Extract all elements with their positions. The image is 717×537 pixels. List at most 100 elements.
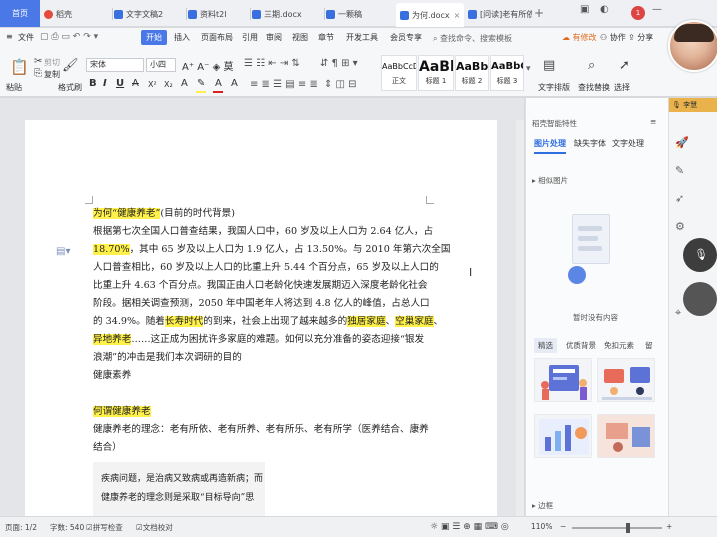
document-line[interactable]: 阶段。据相关调查预测，2050 年中国老年人将达到 4.8 亿人的峰值，占总人口	[93, 297, 430, 311]
bold-button[interactable]: B	[89, 78, 97, 89]
location-icon[interactable]: ⌖	[675, 306, 681, 320]
select-button[interactable]: 选择	[614, 82, 630, 93]
view-mode-icons[interactable]: ☼ ▣ ☰ ⊕ ▦ ⌨ ◎	[430, 522, 509, 532]
cut-button[interactable]: 剪切	[44, 57, 60, 68]
collaborate-button[interactable]: ⚇ 协作	[600, 32, 626, 43]
notification-badge[interactable]: 1	[631, 6, 645, 20]
tab-text-processing[interactable]: 文字处理	[612, 138, 644, 149]
window-list-icon[interactable]: ▣	[580, 4, 589, 15]
document-line[interactable]: 为何“健康养老”(目前的时代背景)	[93, 207, 235, 221]
quick-access-icons[interactable]: ▢ ⎙ ▭ ↶ ↷ ▾	[40, 32, 98, 42]
tab-doc-3[interactable]: 资料t2l	[188, 3, 248, 25]
tab-doc-active[interactable]: 为何.docx ×	[396, 3, 464, 27]
style-heading-1[interactable]: AaBb 标题 1	[418, 55, 454, 91]
image-thumbnail[interactable]	[534, 358, 592, 402]
tab-home[interactable]: 首页	[0, 0, 40, 27]
word-count[interactable]: 字数: 540	[50, 522, 84, 533]
camera-button[interactable]	[683, 282, 717, 316]
subtab-more[interactable]: 留	[645, 340, 653, 351]
sort-icons[interactable]: ⇵ ¶ ⊞ ▾	[320, 58, 358, 69]
pointer-icon[interactable]: ➶	[675, 192, 684, 205]
styles-expand-icon[interactable]: ▾	[526, 64, 531, 74]
panel-menu-icon[interactable]: ≡	[650, 117, 656, 126]
menu-member[interactable]: 会员专享	[390, 32, 422, 43]
page-count[interactable]: 页面: 1/2	[5, 522, 37, 533]
settings-slider-icon[interactable]: ⚙	[675, 220, 685, 233]
tab-daoke[interactable]: 稻壳	[44, 3, 86, 25]
menu-devtools[interactable]: 开发工具	[346, 32, 378, 43]
image-thumbnail[interactable]	[597, 358, 655, 402]
paragraph-menu-icon[interactable]: ▤▾	[56, 246, 70, 257]
document-line[interactable]: 浪潮”的冲击是我们本次调研的目的	[93, 351, 242, 365]
zoom-out-icon[interactable]: −	[560, 522, 566, 531]
document-line[interactable]: 健康素养	[93, 369, 131, 383]
section-similar-images[interactable]: ▸ 相似图片	[532, 175, 568, 186]
image-thumbnail[interactable]	[534, 414, 592, 458]
tab-image-processing[interactable]: 图片处理	[534, 138, 566, 154]
document-line[interactable]: 的 34.9%。随着长寿时代的到来，社会上出现了越来越多的独居家庭、空巢家庭、	[93, 315, 443, 329]
tab-doc-4[interactable]: 三期.docx	[252, 3, 322, 25]
copy-button[interactable]: 复制	[44, 69, 60, 80]
tab-missing-fonts[interactable]: 缺失字体	[574, 138, 606, 149]
font-size-select[interactable]: 小四	[146, 58, 176, 72]
text-layout-icon[interactable]: ▤	[543, 58, 555, 73]
format-painter-icon[interactable]: 🖌	[62, 58, 79, 73]
document-line[interactable]: 比重上升 4.63 个百分点。我国正由人口老龄化快速发展期迈入深度老龄化社会	[93, 279, 427, 293]
subtab-cutout-elements[interactable]: 免扣元素	[604, 340, 634, 351]
text-layout-button[interactable]: 文字排版	[538, 82, 570, 93]
menu-start[interactable]: 开始	[141, 30, 167, 45]
cut-icon[interactable]: ✂	[34, 56, 42, 67]
italic-button[interactable]: I	[103, 78, 107, 89]
document-line[interactable]: 何谓健康养老	[93, 405, 151, 419]
format-painter-button[interactable]: 格式刷	[58, 82, 82, 93]
underline-button[interactable]: U	[116, 78, 124, 89]
tab-doc-5[interactable]: 一颗稿	[326, 3, 394, 25]
zoom-in-icon[interactable]: +	[666, 522, 672, 531]
subscript-button[interactable]: X₂	[164, 80, 173, 89]
text-effect-icon[interactable]: A	[181, 78, 188, 89]
find-replace-button[interactable]: 查找替换	[578, 82, 610, 93]
spell-check[interactable]: ☑拼写检查	[86, 522, 123, 533]
list-icons[interactable]: ☰ ☷ ⇤ ⇥ ⇅	[244, 58, 300, 69]
image-thumbnail[interactable]	[597, 414, 655, 458]
hamburger-icon[interactable]: ≡	[6, 32, 13, 41]
menu-file[interactable]: 文件	[18, 32, 34, 43]
skin-icon[interactable]: ◐	[600, 4, 609, 15]
document-line[interactable]: 根据第七次全国人口普查结果，我国人口中，60 岁及以上人口为 2.64 亿人，占	[93, 225, 433, 239]
document-line[interactable]: 异地养老……这正成为困扰许多家庭的难题。如何以充分准备的姿态迎接“银发	[93, 333, 424, 347]
document-line[interactable]: 健康养老的理念：老有所依、老有所养、老有所乐、老有所学（医养结合、康养	[93, 423, 429, 437]
tab-doc-2[interactable]: 文字文稿2	[114, 3, 184, 25]
minimize-icon[interactable]: —	[652, 4, 662, 15]
tab-doc-7[interactable]: [问读]老有所依	[468, 3, 532, 25]
paste-button[interactable]: 粘贴	[6, 82, 22, 93]
menu-reference[interactable]: 引用	[242, 32, 258, 43]
menu-chapter[interactable]: 章节	[318, 32, 334, 43]
style-normal[interactable]: AaBbCcDd 正文	[381, 55, 417, 91]
select-icon[interactable]: ➚	[619, 58, 630, 73]
superscript-button[interactable]: X²	[148, 80, 157, 89]
menu-review[interactable]: 审阅	[266, 32, 282, 43]
launch-icon[interactable]: 🚀	[675, 136, 689, 149]
document-line[interactable]: 18.70%，其中 65 岁及以上人口为 1.9 亿人，占 13.50%。与 2…	[93, 243, 450, 257]
zoom-level[interactable]: 110%	[531, 522, 552, 531]
command-search[interactable]: ⌕ 查找命令、搜索模板	[433, 33, 512, 44]
modified-status[interactable]: ☁ 有修改	[562, 32, 597, 43]
font-name-select[interactable]: 宋体	[86, 58, 144, 72]
align-icons[interactable]: ≡ ≣ ☰ ▤ ≡ ≣	[250, 79, 318, 90]
document-line[interactable]: 结合）	[93, 441, 122, 455]
menu-layout[interactable]: 页面布局	[201, 32, 233, 43]
font-grow-shrink-icons[interactable]: A⁺ A⁻ ◈ 莫	[182, 58, 233, 73]
subtab-featured[interactable]: 精选	[534, 338, 557, 353]
zoom-slider-thumb[interactable]	[626, 523, 630, 533]
menu-insert[interactable]: 插入	[174, 32, 190, 43]
strikethrough-button[interactable]: A	[132, 78, 139, 89]
style-heading-3[interactable]: AaBbC 标题 3	[490, 55, 524, 91]
font-color-icon[interactable]: A	[215, 78, 222, 89]
zoom-slider[interactable]	[572, 527, 662, 529]
doc-proofread[interactable]: ☑文档校对	[136, 522, 173, 533]
pen-icon[interactable]: ✎	[675, 164, 684, 177]
highlight-icon[interactable]: ✎	[197, 78, 205, 89]
share-button[interactable]: ⇪ 分享	[628, 32, 653, 43]
char-shading-icon[interactable]: A	[231, 78, 238, 89]
find-replace-icon[interactable]: ⌕	[588, 58, 595, 73]
